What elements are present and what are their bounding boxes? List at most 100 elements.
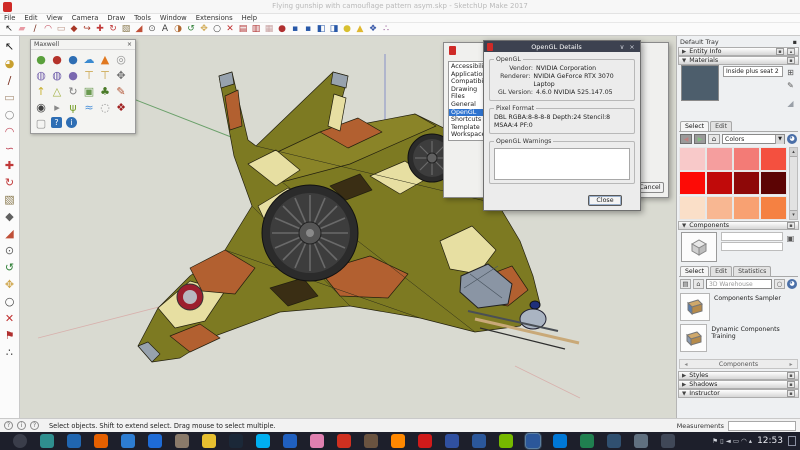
color-swatch[interactable]: [733, 147, 760, 171]
line-icon[interactable]: ∕: [29, 24, 41, 35]
notification-center-icon[interactable]: [788, 436, 796, 446]
menu-tools[interactable]: Tools: [134, 14, 151, 22]
scroll-down-icon[interactable]: ▾: [790, 210, 797, 219]
scale-icon[interactable]: ▧: [2, 191, 18, 207]
disc-icon[interactable]: ◎: [113, 51, 129, 67]
help-icon[interactable]: ?: [30, 421, 39, 430]
opengl-details-dialog[interactable]: OpenGL Details ∨ × OpenGL Vendor:NVIDIA …: [483, 40, 641, 211]
arc-icon[interactable]: ◠: [2, 123, 18, 139]
panel-close-icon[interactable]: ▪: [787, 57, 795, 64]
color-swatch[interactable]: [760, 196, 787, 220]
arrow-up-icon[interactable]: ↑: [33, 83, 49, 99]
dialog-title-bar[interactable]: OpenGL Details ∨ ×: [484, 41, 640, 52]
position-camera-icon[interactable]: ⚑: [2, 327, 18, 343]
title-bar[interactable]: Flying gunship with camouflage pattern a…: [0, 0, 800, 14]
entity-info-header[interactable]: ▶ Entity Info ▪ ▴: [678, 47, 799, 56]
plugin-icon[interactable]: ❖: [113, 99, 129, 115]
view-options-icon[interactable]: ▤: [680, 279, 691, 289]
maxwell-cubes-icon[interactable]: ❖: [367, 24, 379, 35]
maxwell-box3-icon[interactable]: ◧: [315, 24, 327, 35]
orbit-icon[interactable]: ↺: [185, 24, 197, 35]
instructor-header[interactable]: ▼ Instructor ▪: [678, 389, 799, 398]
materials-header[interactable]: ▼ Materials ▪: [678, 56, 799, 65]
panel-close-icon[interactable]: ▪: [787, 222, 795, 229]
material-preview[interactable]: [681, 65, 719, 101]
chevron-down-icon[interactable]: ▼: [775, 135, 784, 144]
create-material-icon[interactable]: ⊞: [785, 66, 796, 77]
menu-window[interactable]: Window: [160, 14, 187, 22]
menu-camera[interactable]: Camera: [72, 14, 99, 22]
minimize-icon[interactable]: ∨: [617, 43, 627, 51]
forward-icon[interactable]: ▶: [694, 134, 706, 144]
calculator-app[interactable]: [607, 434, 621, 448]
start-button[interactable]: [13, 434, 27, 448]
sketchup-app[interactable]: [418, 434, 432, 448]
home-icon[interactable]: ⌂: [708, 134, 720, 144]
cloud-icon[interactable]: ☁: [81, 51, 97, 67]
maxwell-disc-icon[interactable]: ●: [341, 24, 353, 35]
lens-icon[interactable]: ◉: [33, 99, 49, 115]
component-name-fields[interactable]: [721, 232, 783, 252]
tape-measure-icon[interactable]: ⊙: [146, 24, 158, 35]
settings-app[interactable]: [634, 434, 648, 448]
close-icon[interactable]: ×: [627, 43, 637, 51]
fire-icon[interactable]: ▲: [97, 51, 113, 67]
word-app[interactable]: [526, 434, 540, 448]
maxwell-palette[interactable]: Maxwell × ●●●☁▲◎◍◍●⊤⊤✥↑△↻▣♣✎◉▸ψ≈◌❖▢?i: [30, 39, 136, 134]
sphere-green-icon[interactable]: ●: [33, 51, 49, 67]
zoom-icon[interactable]: ○: [2, 293, 18, 309]
camera-tool-icon[interactable]: ▤: [237, 24, 249, 35]
maxwell-box4-icon[interactable]: ◨: [328, 24, 340, 35]
components-header[interactable]: ▼ Components ▪: [678, 221, 799, 230]
scroll-up-icon[interactable]: ▴: [790, 148, 797, 157]
scroll-up-icon[interactable]: ▴: [787, 48, 795, 55]
terminal-app[interactable]: [661, 434, 675, 448]
orbit-icon[interactable]: ↺: [2, 259, 18, 275]
grass-icon[interactable]: ψ: [65, 99, 81, 115]
close-icon[interactable]: ×: [127, 41, 132, 48]
pushpull-icon[interactable]: ◆: [2, 208, 18, 224]
tab-select[interactable]: Select: [680, 121, 709, 131]
sphere-folder-icon[interactable]: ◍: [33, 67, 49, 83]
camera-tool2-icon[interactable]: ▥: [250, 24, 262, 35]
paint-icon[interactable]: ◕: [2, 55, 18, 71]
move-icon[interactable]: ✚: [2, 157, 18, 173]
scale-icon[interactable]: ▧: [120, 24, 132, 35]
followme-icon[interactable]: ↪: [81, 24, 93, 35]
menu-extensions[interactable]: Extensions: [196, 14, 233, 22]
color-swatch[interactable]: [760, 171, 787, 195]
tab-edit[interactable]: Edit: [710, 121, 732, 131]
nvidia-app[interactable]: [499, 434, 513, 448]
menu-edit[interactable]: Edit: [24, 14, 37, 22]
rotate-gizmo-icon[interactable]: ↻: [65, 83, 81, 99]
color-swatch[interactable]: [679, 147, 706, 171]
offset-icon[interactable]: ◢: [133, 24, 145, 35]
geolocation-icon[interactable]: ?: [4, 421, 13, 430]
skype-app[interactable]: [256, 434, 270, 448]
region-icon[interactable]: ▢: [33, 115, 49, 131]
zoom-extents-icon[interactable]: ✕: [224, 24, 236, 35]
camera-tool4-icon[interactable]: ●: [276, 24, 288, 35]
rectangle-icon[interactable]: ▭: [55, 24, 67, 35]
tray-icons[interactable]: ⚑ ▯ ◄ ▭ ◠ ▴: [712, 437, 752, 445]
media-app[interactable]: [202, 434, 216, 448]
clock[interactable]: 12:53: [757, 436, 783, 446]
color-swatch[interactable]: [679, 196, 706, 220]
maxwell-figures-icon[interactable]: ∴: [380, 24, 392, 35]
firefox-app[interactable]: [94, 434, 108, 448]
sphere-red-icon[interactable]: ●: [49, 51, 65, 67]
collection-dropdown[interactable]: Colors▼: [722, 134, 785, 144]
color-swatch[interactable]: [733, 171, 760, 195]
details-icon[interactable]: ◕: [787, 279, 797, 289]
sign-icon[interactable]: ⊤: [81, 67, 97, 83]
menu-file[interactable]: File: [4, 14, 15, 22]
in-model-icon[interactable]: ▣: [785, 232, 796, 243]
pencil-icon[interactable]: ∕: [2, 72, 18, 88]
sphere-purple-icon[interactable]: ●: [65, 67, 81, 83]
move-icon[interactable]: ✚: [94, 24, 106, 35]
sphere-blue-icon[interactable]: ●: [65, 51, 81, 67]
color-swatch[interactable]: [706, 196, 733, 220]
sample-paint-icon[interactable]: ◢: [785, 97, 796, 108]
tree-icon[interactable]: ♣: [97, 83, 113, 99]
list-item[interactable]: Dynamic Components Training: [680, 324, 797, 352]
